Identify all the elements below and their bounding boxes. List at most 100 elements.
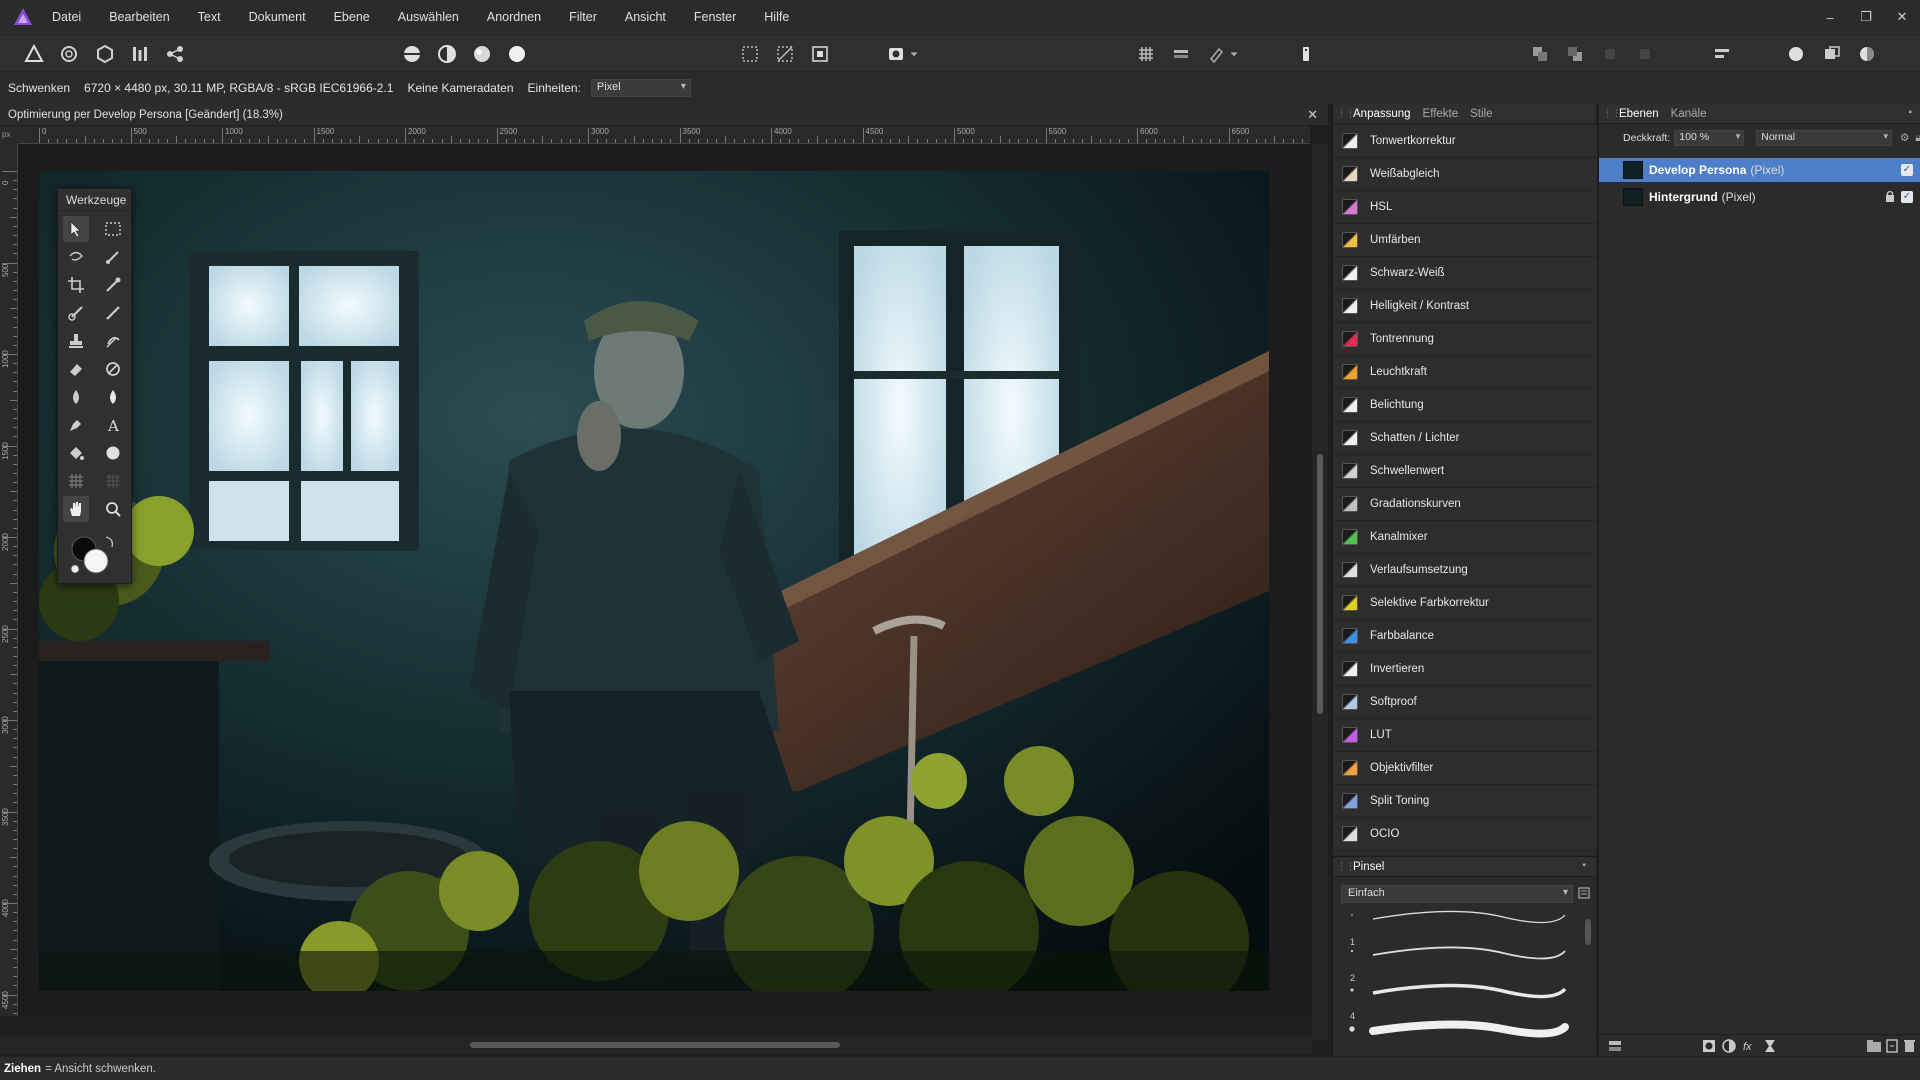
dodge-tool-icon[interactable] (63, 384, 89, 410)
panel-grip-icon[interactable]: ⋮⋮ (1337, 861, 1355, 872)
adjustment-item[interactable]: Invertieren (1333, 653, 1597, 686)
opacity-field[interactable]: 100 % (1674, 130, 1745, 146)
horizontal-scroll-thumb[interactable] (470, 1042, 840, 1048)
invert-selection-icon[interactable] (808, 42, 832, 66)
adjustment-item[interactable]: OCIO (1333, 818, 1597, 851)
layer-lock-icon[interactable] (1885, 190, 1895, 202)
rectangle-marquee-tool-icon[interactable] (100, 216, 126, 242)
adjustment-item[interactable]: Tontrennung (1333, 323, 1597, 356)
adjustment-item[interactable]: Objektivfilter (1333, 752, 1597, 785)
add-group-icon[interactable] (1867, 1040, 1881, 1052)
adjustment-item[interactable]: Schatten / Lichter (1333, 422, 1597, 455)
vertical-ruler[interactable]: 0 500 1000 1500 2000 2500 3000 3500 4000 4500 (0, 144, 18, 1016)
restore-button[interactable]: ❐ (1848, 9, 1884, 25)
boolean-intersect-icon[interactable] (1855, 42, 1879, 66)
brush-scroll-thumb[interactable] (1585, 919, 1591, 945)
selection-brush-tool-icon[interactable] (100, 244, 126, 270)
menu-datei[interactable]: Datei (52, 10, 81, 24)
zoom-tool-icon[interactable] (100, 496, 126, 522)
snapping-grid-icon[interactable] (1134, 42, 1158, 66)
menu-dokument[interactable]: Dokument (249, 10, 306, 24)
pen-tool-icon[interactable] (63, 412, 89, 438)
menu-ansicht[interactable]: Ansicht (625, 10, 666, 24)
snapping-dropdown-icon[interactable] (1228, 42, 1240, 66)
eraser-tool-icon[interactable] (63, 356, 89, 382)
lock-icon[interactable]: 🔒︎ (1915, 132, 1920, 145)
auto-levels-icon[interactable] (400, 42, 424, 66)
auto-colors-icon[interactable] (470, 42, 494, 66)
tab-stile[interactable]: Stile (1464, 108, 1498, 120)
undo-brush-tool-icon[interactable] (100, 328, 126, 354)
panel-grip-icon[interactable]: ⋮⋮ (1603, 108, 1621, 119)
tone-mapping-persona-icon[interactable] (128, 42, 152, 66)
arrange-forward-icon[interactable] (1528, 42, 1552, 66)
adjustment-item[interactable]: Belichtung (1333, 389, 1597, 422)
adjustment-item[interactable]: Tonwertkorrektur (1333, 125, 1597, 158)
adjustment-item[interactable]: Softproof (1333, 686, 1597, 719)
horizontal-scrollbar[interactable] (0, 1036, 1312, 1054)
photo-persona-icon[interactable] (22, 42, 46, 66)
delete-layer-icon[interactable] (1904, 1040, 1915, 1052)
pixel-brush-tool-icon[interactable] (100, 300, 126, 326)
adjustment-item[interactable]: Schwarz-Weiß (1333, 257, 1597, 290)
deselect-icon[interactable] (773, 42, 797, 66)
mesh-warp-tool-icon[interactable] (63, 468, 89, 494)
close-window-button[interactable]: ✕ (1884, 9, 1920, 25)
shape-tool-icon[interactable] (100, 440, 126, 466)
add-mask-icon[interactable] (1703, 1040, 1715, 1052)
blend-options-gear-icon[interactable]: ⚙ (1900, 132, 1909, 144)
menu-hilfe[interactable]: Hilfe (764, 10, 789, 24)
freehand-selection-tool-icon[interactable] (63, 244, 89, 270)
vertical-scrollbar[interactable] (1312, 144, 1328, 1040)
tab-ebenen[interactable]: Ebenen (1613, 108, 1665, 120)
photo-canvas[interactable] (39, 171, 1269, 991)
align-options-icon[interactable] (1169, 42, 1193, 66)
adjustment-item[interactable]: HSL (1333, 191, 1597, 224)
canvas-area[interactable] (18, 144, 1310, 1016)
layer-row[interactable]: Hintergrund (Pixel) ✓ (1599, 185, 1920, 209)
live-filter-icon[interactable] (1765, 1040, 1775, 1052)
auto-white-balance-icon[interactable] (505, 42, 529, 66)
menu-filter[interactable]: Filter (569, 10, 597, 24)
healing-brush-tool-icon[interactable] (100, 356, 126, 382)
tab-effekte[interactable]: Effekte (1417, 108, 1465, 120)
adjustment-item[interactable]: Umfärben (1333, 224, 1597, 257)
develop-persona-icon[interactable] (93, 42, 117, 66)
add-adjustment-icon[interactable] (1722, 1039, 1736, 1053)
menu-auswaehlen[interactable]: Auswählen (398, 10, 459, 24)
horizontal-ruler[interactable]: 0 500 1000 1500 2000 2500 3000 3500 4000 4500 5000… (18, 126, 1310, 144)
adjustment-item[interactable]: LUT (1333, 719, 1597, 752)
brush-view-options-icon[interactable] (1577, 885, 1591, 901)
liquify-persona-icon[interactable] (57, 42, 81, 66)
layer-visibility-checkbox[interactable]: ✓ (1901, 191, 1913, 203)
arrange-back-icon[interactable] (1563, 42, 1587, 66)
adjustment-item[interactable]: Verlaufsumsetzung (1333, 554, 1597, 587)
menu-fenster[interactable]: Fenster (694, 10, 736, 24)
adjustment-item[interactable]: Leuchtkraft (1333, 356, 1597, 389)
tab-anpassung[interactable]: Anpassung (1347, 108, 1417, 120)
align-left-icon[interactable] (1710, 42, 1734, 66)
fx-icon[interactable]: fx (1743, 1041, 1752, 1053)
add-layer-icon[interactable] (1886, 1039, 1898, 1053)
crop-tool-icon[interactable] (63, 272, 89, 298)
quick-mask-icon[interactable] (884, 42, 908, 66)
perspective-tool-icon[interactable] (100, 468, 126, 494)
selection-mode-icon[interactable] (738, 42, 762, 66)
fill-tool-icon[interactable] (63, 440, 89, 466)
layer-stack-icon[interactable] (1609, 1041, 1621, 1051)
units-select[interactable]: Pixel (590, 79, 691, 97)
boolean-subtract-icon[interactable] (1820, 42, 1844, 66)
arrange-disabled-2-icon[interactable] (1633, 42, 1657, 66)
snapping-magnet-icon[interactable] (1204, 42, 1228, 66)
boolean-add-icon[interactable] (1784, 42, 1808, 66)
adjustment-item[interactable]: Weißabgleich (1333, 158, 1597, 191)
context-help-icon[interactable] (1294, 42, 1318, 66)
auto-contrast-icon[interactable] (435, 42, 459, 66)
adjustment-item[interactable]: Gradationskurven (1333, 488, 1597, 521)
adjustment-item[interactable]: Farbbalance (1333, 620, 1597, 653)
color-picker-tool-icon[interactable] (100, 272, 126, 298)
arrange-disabled-1-icon[interactable] (1598, 42, 1622, 66)
minimize-button[interactable]: – (1812, 10, 1848, 25)
adjustment-item[interactable]: Kanalmixer (1333, 521, 1597, 554)
adjustment-item[interactable]: Split Toning (1333, 785, 1597, 818)
